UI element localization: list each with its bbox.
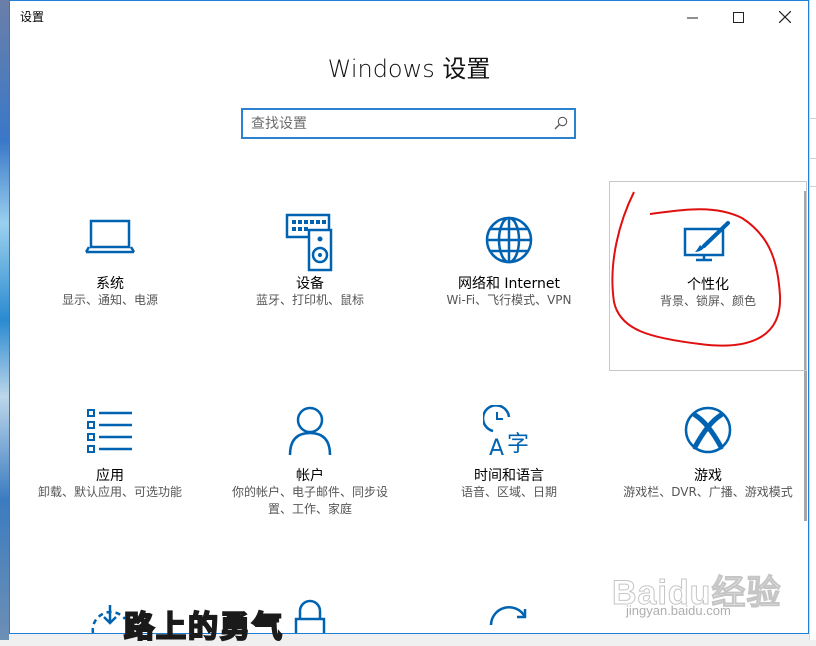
desktop-left-edge (0, 0, 9, 640)
globe-icon (485, 216, 533, 264)
sync-icon (489, 606, 527, 626)
search-icon[interactable] (554, 116, 568, 130)
tile-description: 你的帐户、电子邮件、同步设置、工作、家庭 (232, 485, 389, 516)
close-button[interactable] (762, 1, 808, 33)
list-icon (87, 409, 132, 453)
settings-window: 设置 Windows 设置 系统 显示、通知、电源 (9, 0, 809, 634)
tile-name: 游戏 (694, 468, 722, 484)
maximize-icon (732, 11, 744, 23)
search-box[interactable] (241, 108, 576, 139)
xbox-icon (684, 406, 732, 454)
minimize-icon (686, 17, 698, 18)
settings-tile-update-security[interactable] (411, 591, 607, 633)
minimize-button[interactable] (669, 1, 715, 33)
tile-name: 帐户 (296, 468, 324, 484)
title-bar[interactable]: 设置 (10, 1, 808, 33)
settings-tile-personalization[interactable]: 个性化 背景、锁屏、颜色 (609, 181, 807, 371)
maximize-button[interactable] (715, 1, 761, 33)
tile-name: 应用 (96, 468, 124, 484)
tile-name: 系统 (96, 276, 124, 292)
video-caption: 路上的勇气 (123, 609, 284, 646)
tile-description: 背景、锁屏、颜色 (659, 294, 756, 308)
monitor-brush-icon (683, 221, 730, 262)
page-title: Windows 设置 (327, 55, 491, 83)
settings-tile-system[interactable]: 系统 显示、通知、电源 (12, 181, 208, 371)
svg-text:字: 字 (507, 432, 529, 457)
background-window-edge (809, 0, 816, 640)
person-icon (288, 406, 332, 456)
tile-description: 显示、通知、电源 (61, 293, 158, 307)
lock-icon (294, 599, 326, 633)
search-input[interactable] (251, 114, 541, 134)
tile-name: 时间和语言 (474, 468, 544, 484)
settings-tile-gaming[interactable]: 游戏 游戏栏、DVR、广播、游戏模式 (609, 389, 807, 579)
tile-description: 游戏栏、DVR、广播、游戏模式 (623, 485, 793, 499)
clock-language-icon: A 字 (483, 405, 529, 457)
tile-name: 网络和 Internet (457, 276, 561, 292)
close-icon (779, 11, 791, 23)
tile-description: 卸载、默认应用、可选功能 (37, 485, 182, 499)
laptop-icon (85, 219, 135, 254)
tile-name: 设备 (296, 276, 324, 292)
tile-description: 蓝牙、打印机、鼠标 (255, 293, 364, 307)
tile-description: 语音、区域、日期 (460, 485, 557, 499)
tile-description: Wi-Fi、飞行模式、VPN (446, 293, 572, 307)
settings-tile-network[interactable]: 网络和 Internet Wi-Fi、飞行模式、VPN (411, 181, 607, 371)
settings-tile-apps[interactable]: 应用 卸载、默认应用、可选功能 (12, 389, 208, 579)
tile-name: 个性化 (687, 277, 729, 293)
settings-tile-devices[interactable]: 设备 蓝牙、打印机、鼠标 (212, 181, 408, 371)
window-title: 设置 (20, 10, 45, 24)
settings-tile-time-language[interactable]: A 字 时间和语言 语音、区域、日期 (411, 389, 607, 579)
keyboard-speaker-icon (285, 213, 333, 272)
settings-tile-accounts[interactable]: 帐户 你的帐户、电子邮件、同步设置、工作、家庭 (212, 389, 408, 579)
svg-text:A: A (489, 436, 504, 457)
